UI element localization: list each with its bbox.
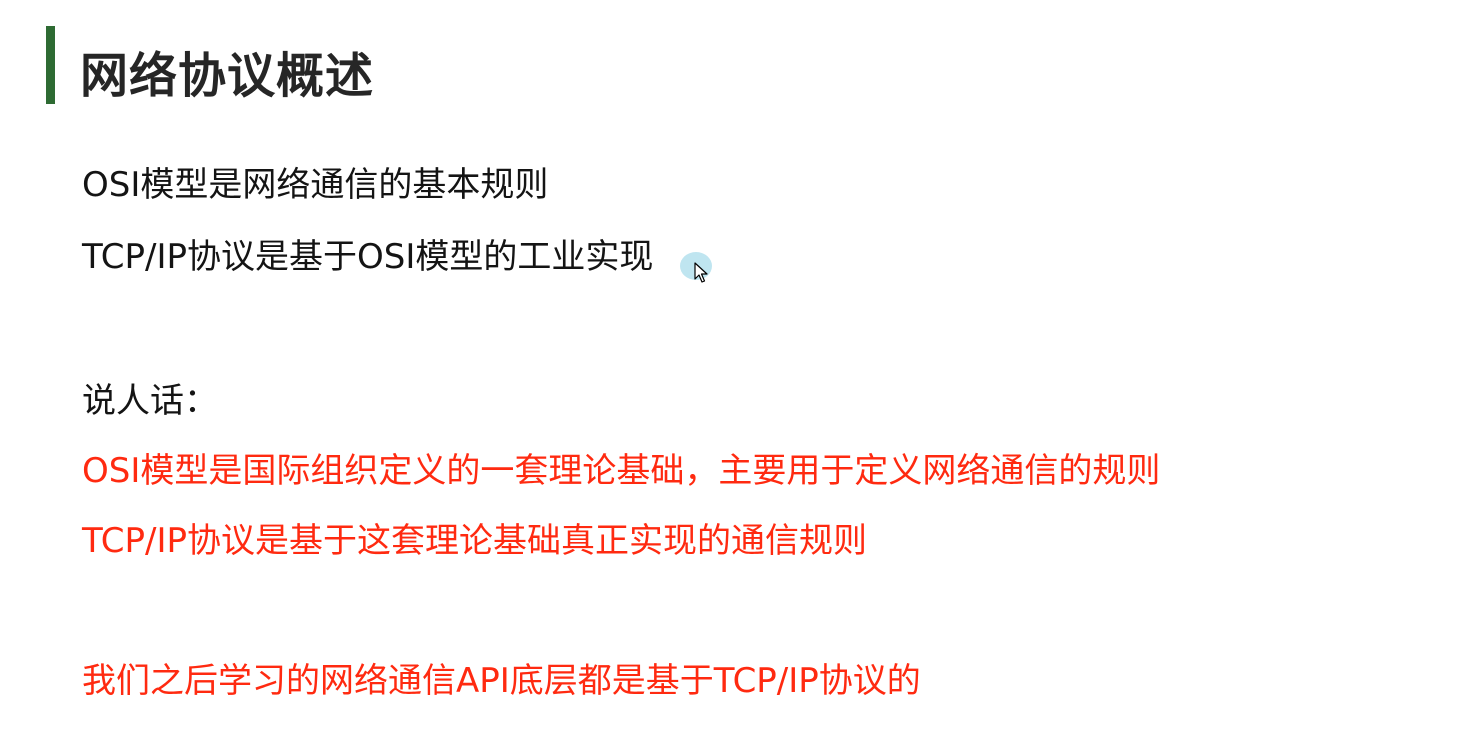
slide: 网络协议概述 OSI模型是网络通信的基本规则 TCP/IP协议是基于OSI模型的…: [0, 0, 1470, 730]
text-line-tcpip-definition: TCP/IP协议是基于这套理论基础真正实现的通信规则: [82, 521, 868, 561]
text-line-osi-model: OSI模型是网络通信的基本规则: [82, 165, 549, 205]
text-line-osi-definition: OSI模型是国际组织定义的一套理论基础，主要用于定义网络通信的规则: [82, 451, 1161, 491]
text-line-tcpip-implementation: TCP/IP协议是基于OSI模型的工业实现: [82, 237, 654, 277]
text-line-plain-speak-heading: 说人话：: [82, 381, 218, 421]
text-line-api-basis: 我们之后学习的网络通信API底层都是基于TCP/IP协议的: [82, 661, 921, 701]
mouse-pointer-icon: [694, 262, 708, 283]
slide-title: 网络协议概述: [80, 48, 375, 104]
title-accent-bar: [46, 26, 55, 104]
